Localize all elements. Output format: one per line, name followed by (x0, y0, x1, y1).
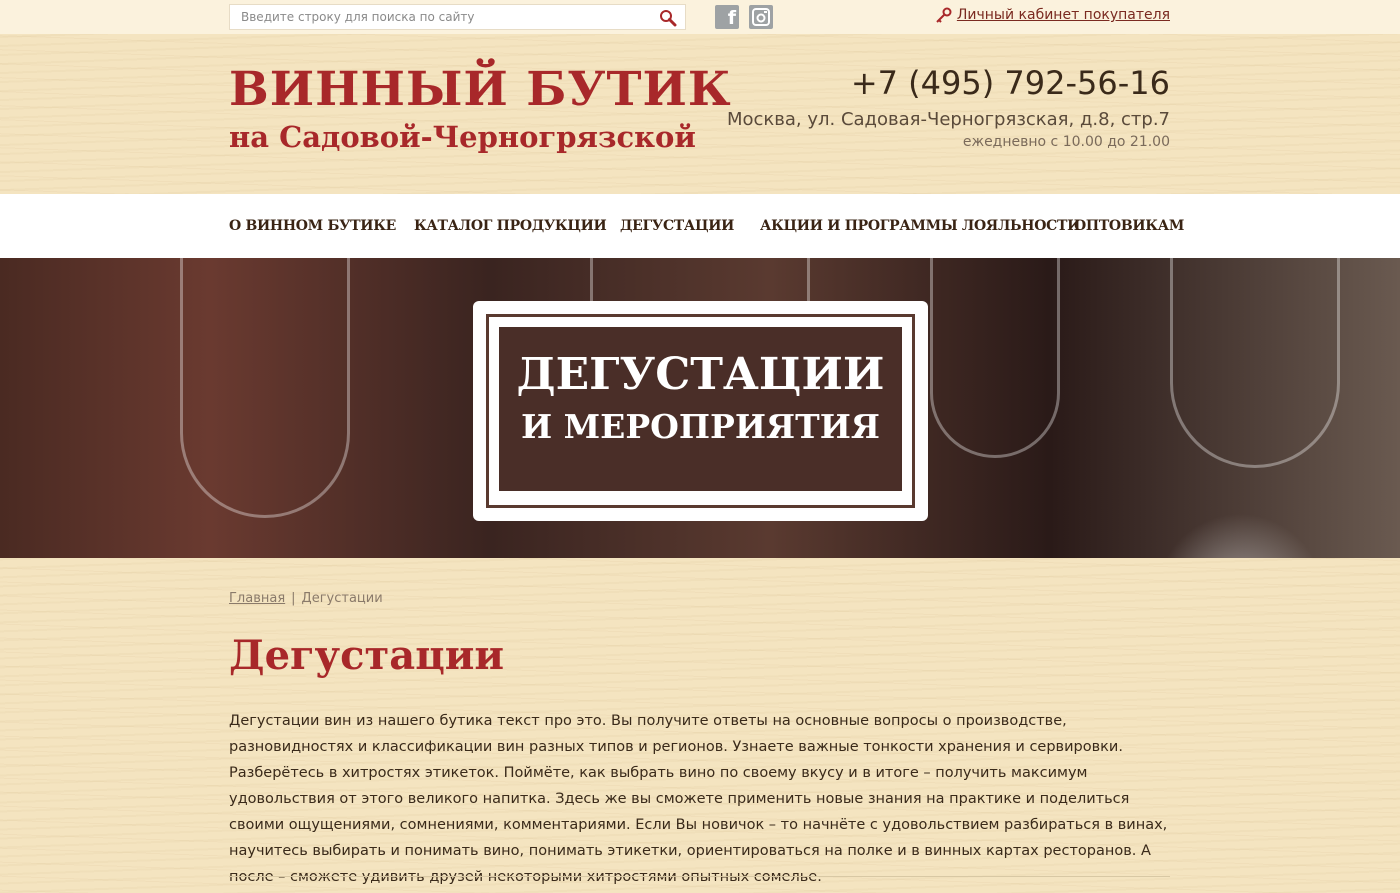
page-title: Дегустации (229, 632, 505, 679)
banner-title: ДЕГУСТАЦИИ (516, 349, 885, 400)
search-icon[interactable] (659, 9, 677, 27)
top-bar: f Личный кабинет покупателя (0, 0, 1400, 34)
breadcrumb-separator: | (291, 591, 296, 606)
breadcrumb-home[interactable]: Главная (229, 591, 285, 606)
wine-glass-image (930, 258, 1060, 458)
nav-item-catalog[interactable]: КАТАЛОГ ПРОДУКЦИИ (414, 218, 607, 234)
opening-hours: ежедневно с 10.00 до 21.00 (962, 134, 1170, 150)
nav-item-wholesale[interactable]: ОПТОВИКАМ (1074, 218, 1184, 234)
instagram-glyph (752, 8, 770, 26)
cabinet-label: Личный кабинет покупателя (956, 7, 1170, 23)
nav-item-tastings[interactable]: ДЕГУСТАЦИИ (620, 218, 734, 234)
wine-glass-image (1170, 258, 1340, 468)
nav-item-promotions[interactable]: АКЦИИ И ПРОГРАММЫ ЛОЯЛЬНОСТИ (760, 218, 1080, 234)
hero-banner: ДЕГУСТАЦИИ И МЕРОПРИЯТИЯ (0, 258, 1400, 558)
breadcrumb-current: Дегустации (301, 591, 383, 606)
search-box (229, 4, 686, 30)
address: Москва, ул. Садовая-Черногрязская, д.8, … (726, 109, 1170, 130)
nav-item-about[interactable]: О ВИННОМ БУТИКЕ (229, 218, 396, 234)
banner-subtitle: И МЕРОПРИЯТИЯ (520, 407, 880, 446)
logo-subtitle[interactable]: на Садовой-Черногрязской (229, 120, 696, 154)
main-nav: О ВИННОМ БУТИКЕ КАТАЛОГ ПРОДУКЦИИ ДЕГУСТ… (0, 194, 1400, 258)
divider (229, 876, 1170, 877)
facebook-icon[interactable]: f (715, 5, 739, 29)
logo-title[interactable]: ВИННЫЙ БУТИК (229, 62, 732, 117)
search-input[interactable] (230, 5, 650, 29)
customer-cabinet-link[interactable]: Личный кабинет покупателя (936, 7, 1170, 23)
instagram-icon[interactable] (749, 5, 773, 29)
banner-title-box: ДЕГУСТАЦИИ И МЕРОПРИЯТИЯ (473, 301, 928, 521)
phone-number[interactable]: +7 (495) 792-56-16 (851, 64, 1170, 102)
page-description: Дегустации вин из нашего бутика текст пр… (229, 713, 1168, 885)
key-icon (936, 7, 952, 23)
wine-glass-image (180, 258, 350, 518)
breadcrumb: Главная | Дегустации (229, 591, 383, 606)
